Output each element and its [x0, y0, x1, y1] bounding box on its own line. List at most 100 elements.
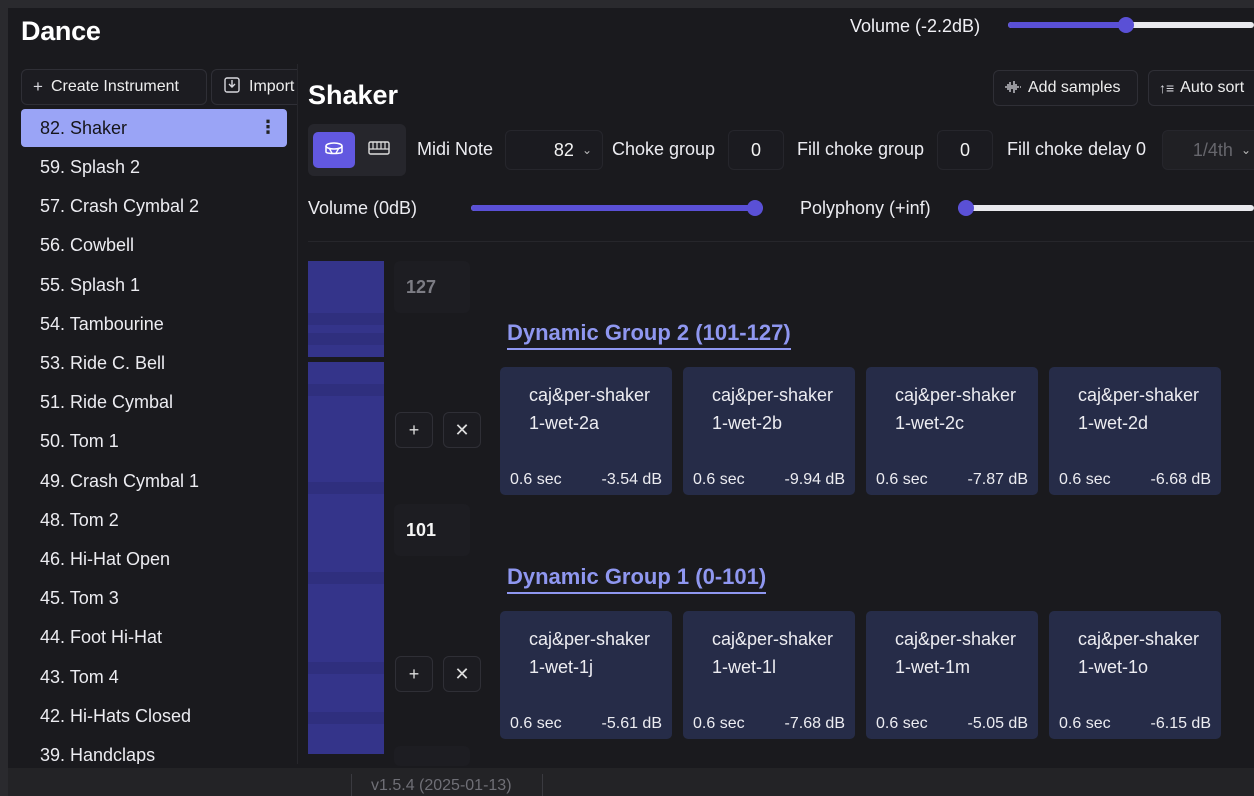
instrument-list-item[interactable]: 48. Tom 2	[21, 501, 287, 540]
sample-name: caj&per-shaker1-wet-2c	[895, 385, 1017, 433]
instrument-label: 51. Ride Cymbal	[40, 392, 174, 413]
sample-name: caj&per-shaker1-wet-1l	[712, 629, 834, 677]
master-volume-slider[interactable]	[1008, 17, 1254, 33]
dynamic-group-title[interactable]: Dynamic Group 1 (0-101)	[507, 564, 767, 594]
instrument-label: 50. Tom 1	[40, 431, 119, 452]
sample-gain: -5.61 dB	[601, 715, 662, 732]
instrument-label: 82. Shaker	[40, 117, 128, 138]
sample-duration: 0.6 sec	[510, 715, 562, 732]
add-sample-button[interactable]: +	[395, 412, 433, 448]
sample-card[interactable]: caj&per-shaker1-wet-1o 0.6 sec -6.15 dB	[1049, 611, 1221, 739]
polyphony-thumb[interactable]	[958, 200, 974, 216]
fill-choke-group-input[interactable]: 0	[937, 130, 993, 170]
instrument-list-item[interactable]: 39. Handclaps	[21, 736, 287, 764]
choke-group-label: Choke group	[612, 139, 716, 159]
auto-sort-label: Auto sort	[1180, 79, 1245, 96]
instrument-sidebar: + Create Instrument Import 82. Shaker ⋮ 59…	[8, 64, 298, 764]
choke-group-input[interactable]: 0	[728, 130, 784, 170]
instrument-list: 82. Shaker ⋮ 59. Splash 2 57. Crash Cymbal …	[21, 109, 287, 764]
volume-thumb[interactable]	[747, 200, 763, 216]
instrument-list-item[interactable]: 53. Ride C. Bell	[21, 344, 287, 383]
sample-name: caj&per-shaker1-wet-2a	[529, 385, 651, 433]
keyboard-mode-button[interactable]	[358, 132, 400, 168]
master-volume-thumb[interactable]	[1118, 17, 1135, 33]
instrument-label: 48. Tom 2	[40, 509, 119, 530]
velocity-marker-mid[interactable]: 101	[394, 504, 470, 556]
instrument-list-item[interactable]: 51. Ride Cymbal	[21, 383, 287, 422]
remove-group-button[interactable]: ✕	[443, 412, 481, 448]
sample-card[interactable]: caj&per-shaker1-wet-1m 0.6 sec -5.05 dB	[866, 611, 1038, 739]
velocity-bar-group-2[interactable]	[308, 261, 384, 357]
instrument-list-item[interactable]: 46. Hi-Hat Open	[21, 540, 287, 579]
instrument-list-item[interactable]: 56. Cowbell	[21, 226, 287, 265]
close-icon: ✕	[454, 663, 470, 684]
instrument-label: 59. Splash 2	[40, 157, 141, 178]
sample-meta: 0.6 sec -5.05 dB	[876, 715, 1028, 733]
import-icon	[223, 76, 241, 99]
dynamic-group-title[interactable]: Dynamic Group 2 (101-127)	[507, 320, 791, 350]
polyphony-slider[interactable]	[958, 200, 1254, 216]
instrument-list-item[interactable]: 49. Crash Cymbal 1	[21, 462, 287, 501]
instrument-editor: Shaker Add samples ↑≡ Auto sort Midi Not…	[308, 64, 1254, 766]
volume-fill	[471, 205, 763, 211]
sample-gain: -7.68 dB	[784, 715, 845, 732]
instrument-list-item[interactable]: 57. Crash Cymbal 2	[21, 187, 287, 226]
instrument-list-item[interactable]: 50. Tom 1	[21, 422, 287, 461]
instrument-list-item[interactable]: 43. Tom 4	[21, 657, 287, 696]
app-title: Dance	[21, 16, 101, 46]
instrument-list-item[interactable]: 55. Splash 1	[21, 266, 287, 305]
status-bar: v1.5.4 (2025-01-13)	[8, 768, 1254, 796]
chevron-down-icon: ⌄	[581, 143, 592, 157]
instrument-list-item[interactable]: 42. Hi-Hats Closed	[21, 697, 287, 736]
create-instrument-label: Create Instrument	[50, 78, 179, 95]
instrument-list-item[interactable]: 59. Splash 2	[21, 148, 287, 187]
plus-icon: +	[33, 77, 43, 96]
sample-duration: 0.6 sec	[876, 471, 928, 488]
instrument-label: 55. Splash 1	[40, 274, 141, 295]
sample-card[interactable]: caj&per-shaker1-wet-2a 0.6 sec -3.54 dB	[500, 367, 672, 495]
instrument-list-item[interactable]: 44. Foot Hi-Hat	[21, 618, 287, 657]
import-button[interactable]: Import	[211, 69, 297, 105]
add-sample-button[interactable]: +	[395, 656, 433, 692]
app-window: Dance Volume (-2.2dB) + Create Instrumen…	[8, 8, 1254, 796]
plus-icon: +	[408, 419, 420, 440]
fill-choke-delay-value: 1/4th	[1192, 139, 1233, 160]
sample-duration: 0.6 sec	[1059, 471, 1111, 488]
sample-card[interactable]: caj&per-shaker1-wet-2c 0.6 sec -7.87 dB	[866, 367, 1038, 495]
instrument-list-item[interactable]: 45. Tom 3	[21, 579, 287, 618]
sample-gain: -6.68 dB	[1150, 471, 1211, 488]
sample-duration: 0.6 sec	[1059, 715, 1111, 732]
volume-slider[interactable]	[471, 200, 763, 216]
instrument-label: 54. Tambourine	[40, 313, 164, 334]
kebab-menu-icon[interactable]: ⋮	[259, 117, 277, 138]
sample-name: caj&per-shaker1-wet-1m	[895, 629, 1017, 677]
remove-group-button[interactable]: ✕	[443, 656, 481, 692]
sample-card[interactable]: caj&per-shaker1-wet-1j 0.6 sec -5.61 dB	[500, 611, 672, 739]
midi-note-select[interactable]: 82 ⌄	[505, 130, 603, 170]
instrument-label: 43. Tom 4	[40, 666, 119, 687]
drum-icon	[324, 139, 344, 162]
instrument-label: 44. Foot Hi-Hat	[40, 627, 163, 648]
fill-choke-delay-select[interactable]: 1/4th ⌄	[1162, 130, 1254, 170]
sample-duration: 0.6 sec	[693, 715, 745, 732]
footer-divider	[542, 774, 543, 796]
sample-card[interactable]: caj&per-shaker1-wet-2b 0.6 sec -9.94 dB	[683, 367, 855, 495]
sample-meta: 0.6 sec -7.68 dB	[693, 715, 845, 733]
sample-card[interactable]: caj&per-shaker1-wet-1l 0.6 sec -7.68 dB	[683, 611, 855, 739]
velocity-bar-group-1[interactable]	[308, 362, 384, 754]
master-volume-label: Volume (-2.2dB)	[850, 16, 981, 36]
sample-meta: 0.6 sec -9.94 dB	[693, 471, 845, 489]
instrument-label: 56. Cowbell	[40, 235, 135, 256]
create-instrument-button[interactable]: + Create Instrument	[21, 69, 207, 105]
chevron-down-icon: ⌄	[1240, 143, 1251, 157]
velocity-marker-bottom	[394, 746, 470, 766]
sample-meta: 0.6 sec -3.54 dB	[510, 471, 662, 489]
add-samples-button[interactable]: Add samples	[993, 70, 1138, 106]
drum-mode-button[interactable]	[313, 132, 355, 168]
instrument-label: 42. Hi-Hats Closed	[40, 705, 192, 726]
sample-gain: -3.54 dB	[601, 471, 662, 488]
auto-sort-button[interactable]: ↑≡ Auto sort	[1148, 70, 1254, 106]
instrument-list-item[interactable]: 82. Shaker ⋮	[21, 109, 287, 147]
sample-card[interactable]: caj&per-shaker1-wet-2d 0.6 sec -6.68 dB	[1049, 367, 1221, 495]
instrument-list-item[interactable]: 54. Tambourine	[21, 305, 287, 344]
